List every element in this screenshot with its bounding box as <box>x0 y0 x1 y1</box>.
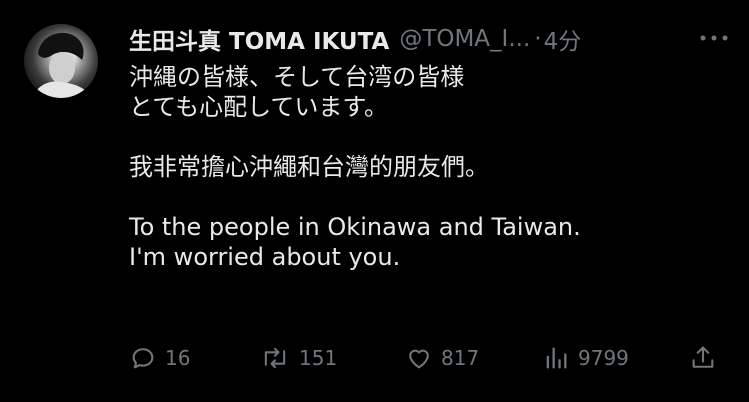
separator-dot: · <box>534 26 542 52</box>
reply-count: 16 <box>165 346 191 370</box>
reply-icon <box>132 348 154 369</box>
retweet-button[interactable]: 151 <box>259 340 337 376</box>
retweet-icon <box>264 347 286 369</box>
more-options-button[interactable] <box>697 28 731 48</box>
action-bar: 16 151 817 9799 <box>129 340 729 376</box>
like-button[interactable]: 817 <box>405 340 479 376</box>
tweet-line: 我非常擔心沖繩和台灣的朋友們。 <box>129 153 489 181</box>
views-button[interactable]: 9799 <box>542 340 629 376</box>
views-count: 9799 <box>578 346 629 370</box>
retweet-count: 151 <box>299 346 338 370</box>
more-horizontal-icon <box>700 35 728 41</box>
tweet-line: I'm worried about you. <box>129 243 401 271</box>
tweet-line: To the people in Okinawa and Taiwan. <box>129 213 581 241</box>
tweet-line: とても心配しています。 <box>129 93 388 121</box>
avatar-photo <box>32 32 92 98</box>
tweet-text: 沖縄の皆様、そして台湾の皆様 とても心配しています。 我非常擔心沖繩和台灣的朋友… <box>129 62 729 272</box>
timestamp[interactable]: 4分 <box>544 22 582 56</box>
line-break <box>129 122 729 152</box>
like-count: 817 <box>441 346 480 370</box>
tweet-header: 生田斗真 TOMA IKUTA @TOMA_I... · 4分 <box>129 22 729 56</box>
share-button[interactable] <box>689 340 725 376</box>
share-icon <box>692 346 714 368</box>
line-break <box>129 182 729 212</box>
display-name[interactable]: 生田斗真 TOMA IKUTA <box>129 22 389 56</box>
avatar[interactable] <box>24 24 98 98</box>
user-handle[interactable]: @TOMA_I... <box>399 26 530 52</box>
reply-button[interactable]: 16 <box>129 340 190 376</box>
tweet-line: 沖縄の皆様、そして台湾の皆様 <box>129 63 465 91</box>
heart-icon <box>409 349 429 369</box>
analytics-icon <box>546 347 567 369</box>
